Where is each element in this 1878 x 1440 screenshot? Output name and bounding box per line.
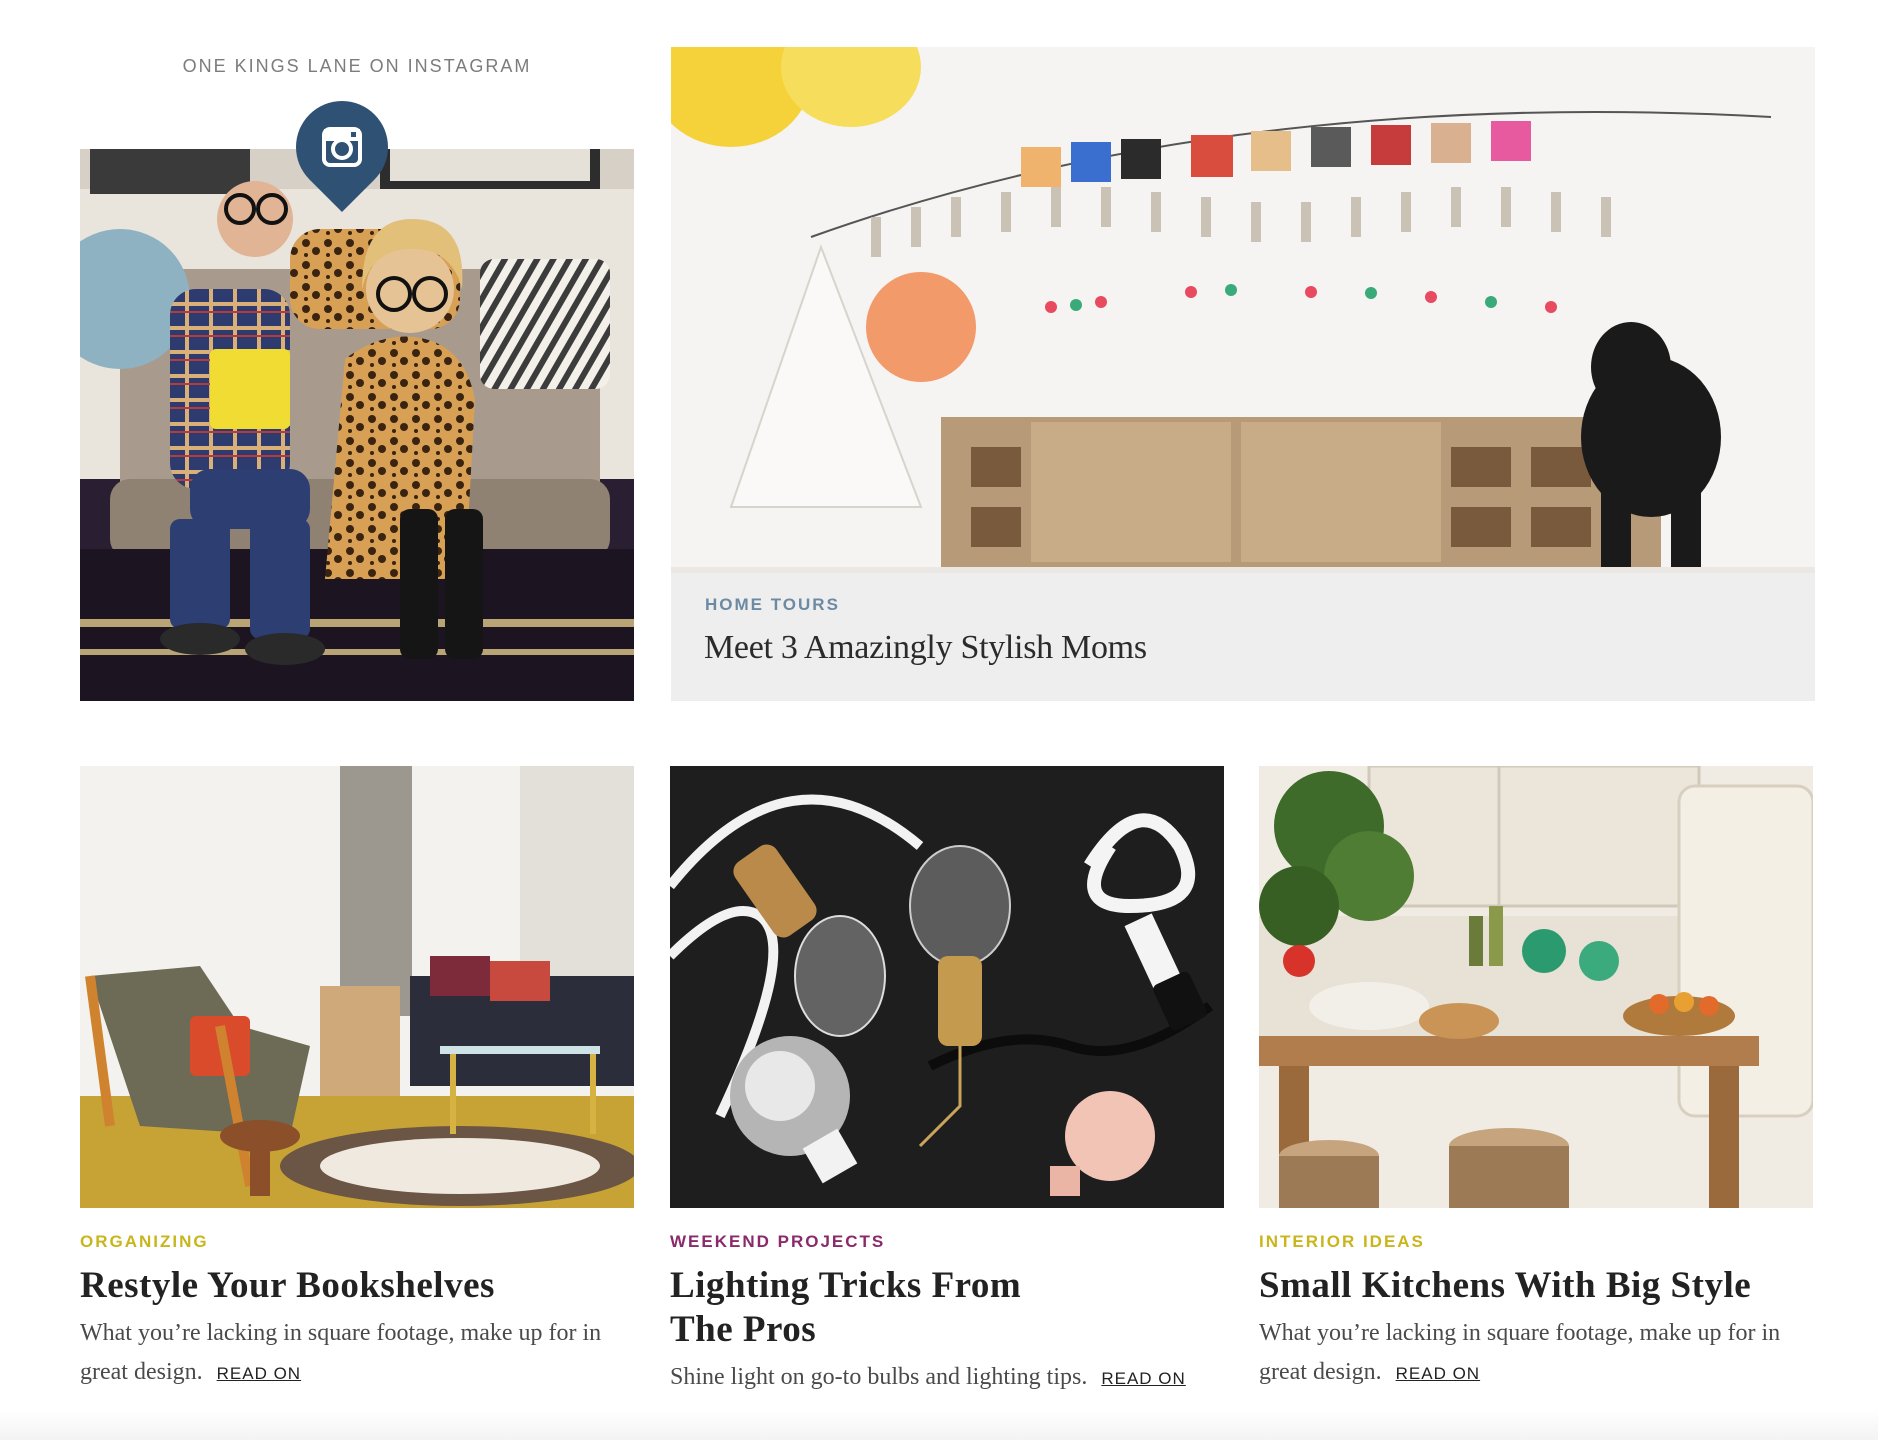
instagram-section-label: ONE KINGS LANE ON INSTAGRAM xyxy=(182,56,532,76)
article-description: What you’re lacking in square footage, m… xyxy=(1259,1314,1813,1393)
article-image-art xyxy=(1259,766,1813,1208)
article-card-organizing: ORGANIZING Restyle Your Bookshelves What… xyxy=(80,766,634,1393)
article-description: What you’re lacking in square footage, m… xyxy=(80,1314,634,1393)
article-image-kitchen[interactable] xyxy=(1259,766,1813,1208)
article-image-bookshelves[interactable] xyxy=(80,766,634,1208)
article-title[interactable]: Restyle Your Bookshelves xyxy=(80,1264,634,1308)
feature-title[interactable]: Meet 3 Amazingly Stylish Moms xyxy=(704,629,1147,667)
article-description: Shine light on go-to bulbs and lighting … xyxy=(670,1358,1224,1398)
bottom-fade xyxy=(0,1410,1878,1440)
read-on-link[interactable]: READ ON xyxy=(1396,1364,1480,1383)
read-on-link[interactable]: READ ON xyxy=(217,1364,301,1383)
article-image-art xyxy=(670,766,1224,1208)
article-category[interactable]: ORGANIZING xyxy=(80,1232,634,1252)
instagram-photo[interactable] xyxy=(80,149,634,701)
read-on-link[interactable]: READ ON xyxy=(1101,1369,1185,1388)
instagram-icon xyxy=(322,127,362,167)
instagram-photo-art xyxy=(80,149,634,701)
article-image-lighting[interactable] xyxy=(670,766,1224,1208)
article-image-art xyxy=(80,766,634,1208)
feature-category[interactable]: HOME TOURS xyxy=(705,595,840,615)
feature-card-home-tours[interactable]: HOME TOURS Meet 3 Amazingly Stylish Moms xyxy=(671,47,1815,701)
article-card-interior-ideas: INTERIOR IDEAS Small Kitchens With Big S… xyxy=(1259,766,1813,1393)
article-title[interactable]: Small Kitchens With Big Style xyxy=(1259,1264,1813,1308)
article-title[interactable]: Lighting Tricks From The Pros xyxy=(670,1264,1090,1352)
article-category[interactable]: INTERIOR IDEAS xyxy=(1259,1232,1813,1252)
article-card-weekend-projects: WEEKEND PROJECTS Lighting Tricks From Th… xyxy=(670,766,1224,1398)
article-description-text: What you’re lacking in square footage, m… xyxy=(80,1320,602,1385)
article-category[interactable]: WEEKEND PROJECTS xyxy=(670,1232,1224,1252)
feature-overlay: HOME TOURS Meet 3 Amazingly Stylish Moms xyxy=(671,573,1815,701)
article-description-text: Shine light on go-to bulbs and lighting … xyxy=(670,1364,1088,1390)
article-description-text: What you’re lacking in square footage, m… xyxy=(1259,1320,1781,1385)
